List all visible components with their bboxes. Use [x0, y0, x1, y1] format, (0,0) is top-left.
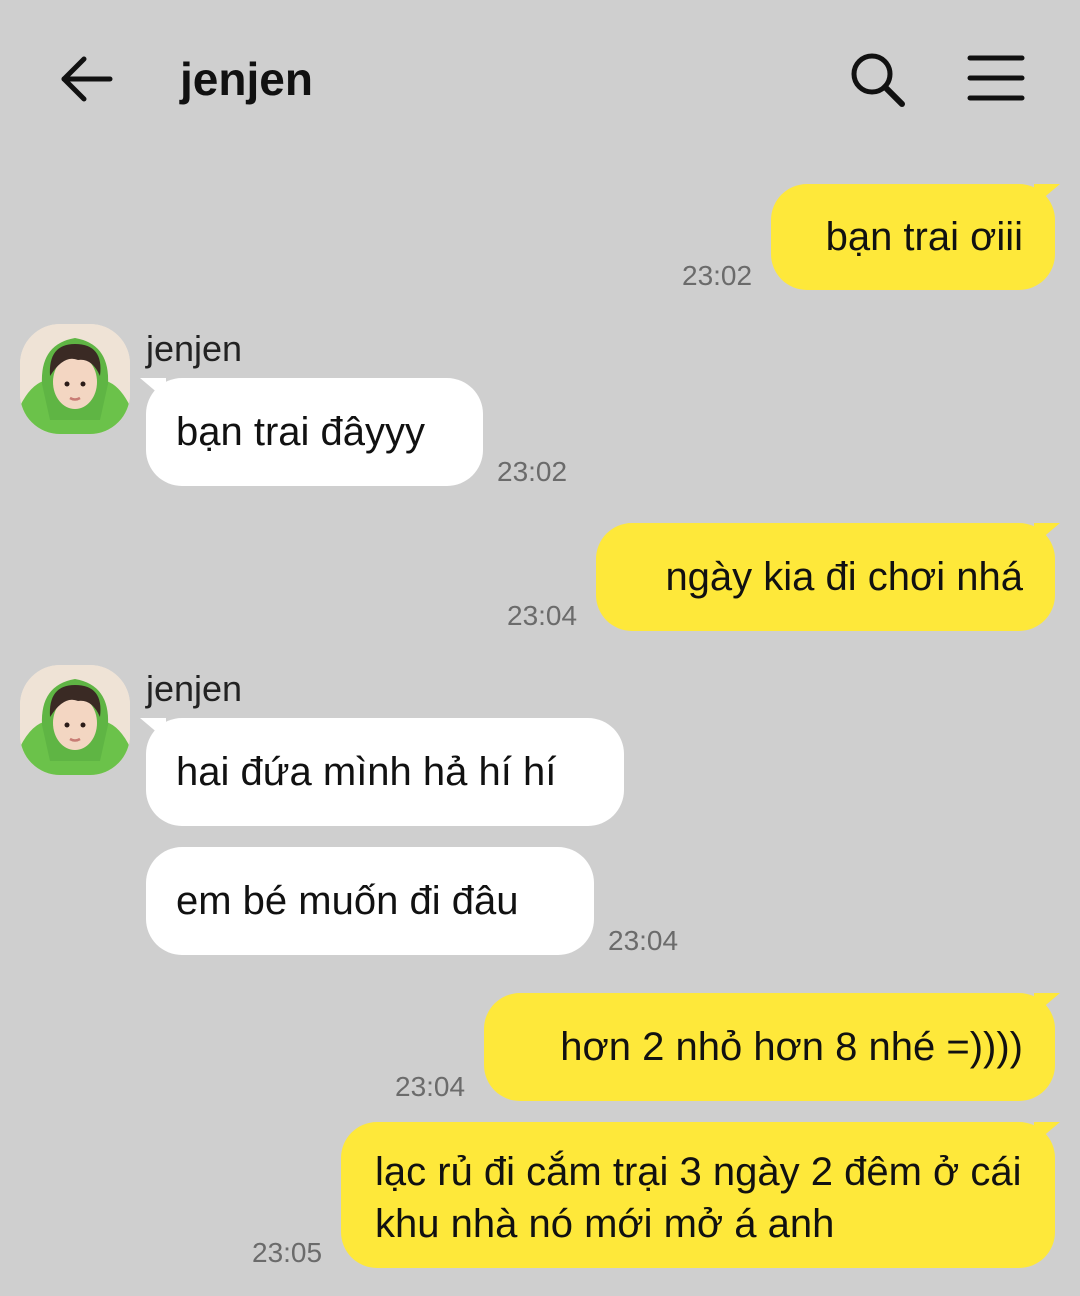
message-time: 23:02	[497, 456, 568, 487]
outgoing-message[interactable]: hơn 2 nhỏ hơn 8 nhé =))))	[484, 993, 1055, 1101]
message-text: ngày kia đi chơi nhá	[665, 555, 1023, 599]
incoming-message[interactable]: bạn trai đâyyy	[146, 378, 483, 486]
outgoing-message[interactable]: ngày kia đi chơi nhá	[596, 523, 1055, 631]
message-text: em bé muốn đi đâu	[176, 879, 519, 923]
arrow-left-icon	[61, 56, 113, 102]
back-button[interactable]	[56, 48, 118, 110]
avatar[interactable]	[20, 324, 130, 434]
search-icon	[851, 53, 905, 107]
message-time: 23:05	[252, 1237, 323, 1268]
message-text: lạc rủ đi cắm trại 3 ngày 2 đêm ở cái kh…	[375, 1150, 1022, 1246]
bubble-tail	[1034, 993, 1060, 1015]
message-time: 23:04	[507, 600, 578, 631]
menu-button[interactable]	[966, 50, 1028, 106]
outgoing-message[interactable]: bạn trai ơiii	[771, 184, 1055, 290]
avatar-photo-icon	[20, 324, 130, 434]
message-time: 23:04	[395, 1071, 466, 1102]
message-time: 23:04	[608, 925, 679, 956]
search-button[interactable]	[846, 48, 908, 110]
incoming-message[interactable]: hai đứa mình hả hí hí	[146, 718, 624, 826]
chat-header: jenjen	[0, 0, 1080, 150]
chat-screen: jenjen bạn trai ơiii 23:02 jenjen bạn tr…	[0, 0, 1080, 1296]
bubble-tail	[1034, 184, 1060, 206]
message-time: 23:02	[682, 260, 753, 291]
outgoing-message[interactable]: lạc rủ đi cắm trại 3 ngày 2 đêm ở cái kh…	[341, 1122, 1055, 1268]
message-text: hai đứa mình hả hí hí	[176, 750, 557, 794]
avatar-photo-icon	[20, 665, 130, 775]
sender-name: jenjen	[146, 668, 243, 709]
incoming-message[interactable]: em bé muốn đi đâu	[146, 847, 594, 955]
bubble-tail	[1034, 523, 1060, 545]
message-text: bạn trai ơiii	[825, 215, 1023, 259]
sender-name: jenjen	[146, 328, 243, 369]
bubble-tail	[1034, 1122, 1060, 1144]
hamburger-menu-icon	[967, 55, 1025, 101]
chat-title: jenjen	[180, 53, 313, 105]
message-text: bạn trai đâyyy	[176, 410, 426, 454]
avatar[interactable]	[20, 665, 130, 775]
message-text: hơn 2 nhỏ hơn 8 nhé =))))	[560, 1025, 1023, 1069]
